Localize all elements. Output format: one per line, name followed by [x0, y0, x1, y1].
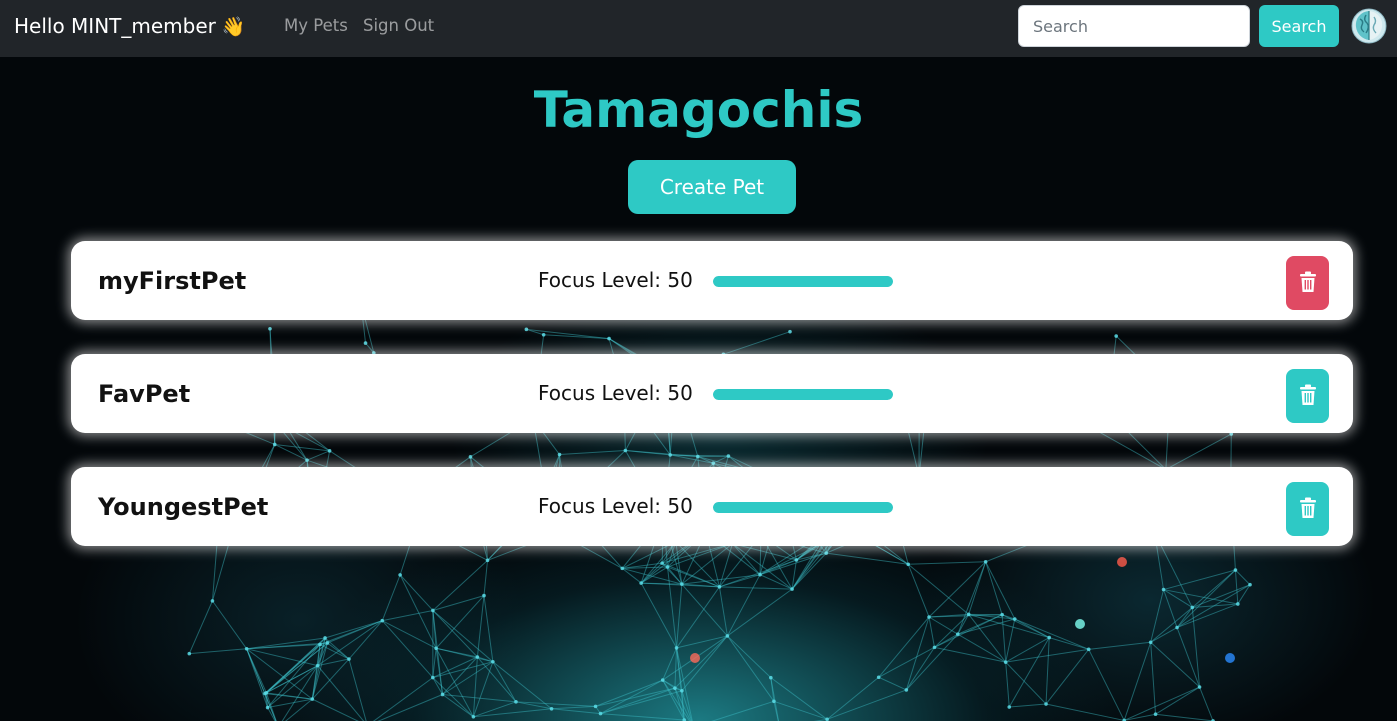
trash-icon [1299, 271, 1317, 296]
navbar-brand[interactable]: Hello MINT_member 👋 [14, 13, 246, 40]
pet-card: myFirstPet Focus Level: 50 [71, 241, 1353, 320]
focus-level-label: Focus Level: 50 [538, 381, 693, 405]
pet-card: YoungestPet Focus Level: 50 [71, 467, 1353, 546]
focus-progress-fill [713, 276, 893, 287]
create-pet-button[interactable]: Create Pet [628, 160, 796, 214]
focus-level-label: Focus Level: 50 [538, 268, 693, 292]
focus-progress-fill [713, 389, 893, 400]
focus-progress-bar [713, 389, 893, 400]
pet-name: myFirstPet [98, 267, 247, 295]
waving-hand-icon: 👋 [221, 16, 246, 38]
pet-name: FavPet [98, 380, 191, 408]
delete-pet-button[interactable] [1286, 369, 1329, 423]
navbar: Hello MINT_member 👋 My Pets Sign Out Sear… [0, 0, 1397, 57]
focus-progress-bar [713, 276, 893, 287]
focus-level-label: Focus Level: 50 [538, 494, 693, 518]
greeting-text: Hello MINT_member [14, 14, 216, 38]
nav-link-my-pets[interactable]: My Pets [284, 16, 348, 36]
delete-pet-button[interactable] [1286, 256, 1329, 310]
pet-name: YoungestPet [98, 493, 269, 521]
focus-progress-bar [713, 502, 893, 513]
pet-card: FavPet Focus Level: 50 [71, 354, 1353, 433]
brain-icon[interactable] [1350, 7, 1388, 45]
trash-icon [1299, 497, 1317, 522]
page-title: Tamagochis [533, 81, 864, 139]
trash-icon [1299, 384, 1317, 409]
delete-pet-button[interactable] [1286, 482, 1329, 536]
focus-progress-fill [713, 502, 893, 513]
search-button[interactable]: Search [1259, 5, 1339, 47]
search-input[interactable] [1018, 5, 1250, 47]
nav-link-sign-out[interactable]: Sign Out [363, 16, 434, 36]
